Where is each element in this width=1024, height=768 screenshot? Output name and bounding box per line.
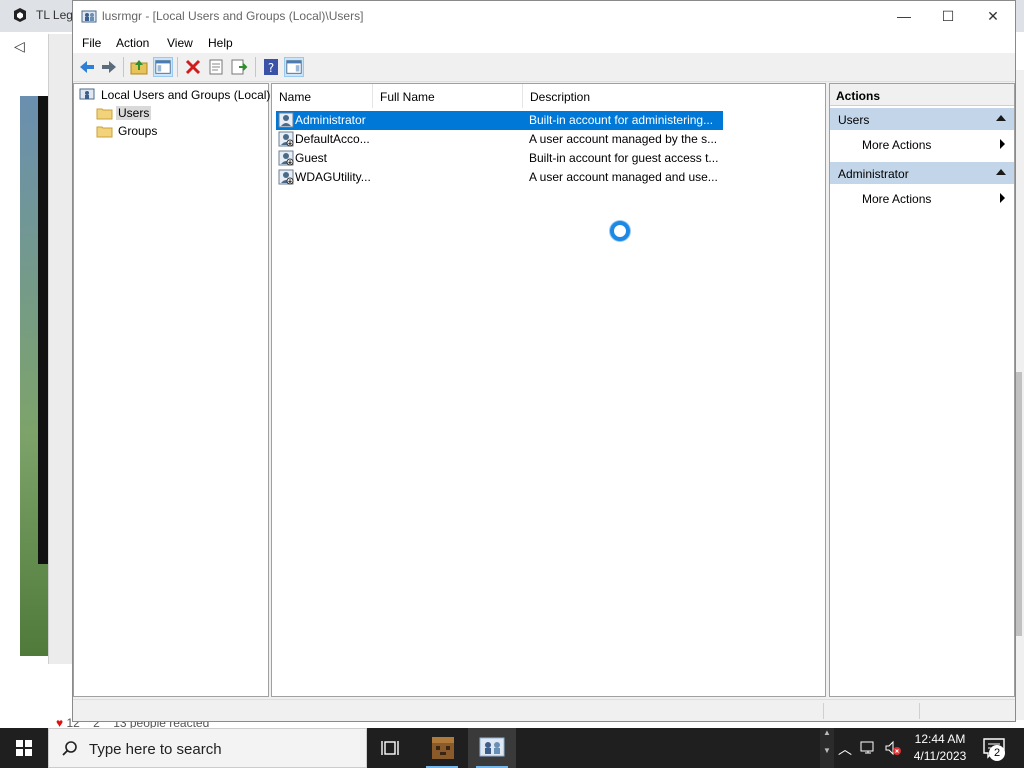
user-icon xyxy=(278,112,294,128)
console-tree[interactable]: Local Users and Groups (Local) Users Gro… xyxy=(73,83,271,697)
table-row[interactable]: DefaultAcco... A user account managed by… xyxy=(276,130,723,149)
menu-bar: File Action View Help xyxy=(73,32,1015,53)
svg-text:?: ? xyxy=(268,61,274,75)
table-row[interactable]: Administrator Built-in account for admin… xyxy=(276,111,723,130)
user-description: A user account managed by the s... xyxy=(529,132,718,146)
toolbar-separator xyxy=(255,57,256,77)
user-description: Built-in account for administering... xyxy=(529,113,714,127)
toolbar-separator xyxy=(123,57,124,77)
action-group-label: Users xyxy=(838,113,870,127)
tree-node-label: Users xyxy=(116,106,152,120)
delete-icon[interactable] xyxy=(183,57,203,77)
search-placeholder: Type here to search xyxy=(89,741,222,758)
show-hide-action-pane-icon[interactable] xyxy=(284,57,304,77)
action-item-label: More Actions xyxy=(862,138,932,152)
task-view-icon[interactable] xyxy=(372,728,412,768)
actions-title: Actions xyxy=(830,84,1014,106)
users-list-view[interactable]: Name Full Name Description Administrator… xyxy=(271,83,826,697)
minecraft-icon xyxy=(432,737,454,759)
toolbar: ? xyxy=(73,53,1015,82)
status-bar xyxy=(73,699,1015,721)
network-icon[interactable] xyxy=(860,739,878,757)
clock-date[interactable]: 4/11/2023 xyxy=(902,749,978,763)
taskbar-search-box[interactable]: Type here to search xyxy=(48,728,367,768)
users-console-icon xyxy=(479,737,505,757)
volume-muted-icon[interactable] xyxy=(884,739,902,757)
menu-action[interactable]: Action xyxy=(116,36,149,50)
close-button[interactable]: ✕ xyxy=(970,1,1016,32)
users-console-icon xyxy=(81,10,97,23)
menu-file[interactable]: File xyxy=(82,36,101,50)
action-item-label: More Actions xyxy=(862,192,932,206)
windows-start-icon[interactable] xyxy=(0,728,48,768)
forward-arrow-icon[interactable] xyxy=(99,57,119,77)
action-group-label: Administrator xyxy=(838,167,909,181)
user-name: Administrator xyxy=(295,113,366,127)
taskbar-app-lusrmgr[interactable] xyxy=(468,728,516,768)
title-bar[interactable]: lusrmgr - [Local Users and Groups (Local… xyxy=(73,1,1015,32)
taskbar-overflow-scroller[interactable]: ▲ ▼ xyxy=(820,728,834,768)
browser-scrollbar-thumb[interactable] xyxy=(1016,372,1022,636)
toolbar-separator xyxy=(177,57,178,77)
collapse-caret-icon[interactable] xyxy=(996,169,1006,175)
minimize-button[interactable]: — xyxy=(881,1,927,32)
table-row[interactable]: Guest Built-in account for guest access … xyxy=(276,149,723,168)
action-group-administrator[interactable]: Administrator xyxy=(830,162,1014,184)
disabled-user-icon xyxy=(278,169,294,185)
list-header: Name Full Name Description xyxy=(272,84,825,108)
status-divider xyxy=(823,703,824,719)
loading-spinner-icon xyxy=(610,221,630,241)
tree-node-label: Groups xyxy=(118,124,158,138)
tree-node-label: Local Users and Groups (Local) xyxy=(101,88,271,102)
user-name: WDAGUtility... xyxy=(295,170,371,184)
disabled-user-icon xyxy=(278,150,294,166)
user-name: DefaultAcco... xyxy=(295,132,370,146)
table-row[interactable]: WDAGUtility... A user account managed an… xyxy=(276,168,723,187)
user-name: Guest xyxy=(295,151,328,165)
menu-view[interactable]: View xyxy=(167,36,193,50)
actions-pane: Actions Users More Actions Administrator… xyxy=(829,83,1015,697)
more-actions-users[interactable]: More Actions xyxy=(830,133,1014,155)
show-hide-tree-icon[interactable] xyxy=(153,57,173,77)
submenu-arrow-icon xyxy=(1000,193,1005,203)
notification-count-badge: 2 xyxy=(989,745,1005,761)
lusrmgr-window: lusrmgr - [Local Users and Groups (Local… xyxy=(72,0,1016,722)
column-header-full-name[interactable]: Full Name xyxy=(373,84,523,108)
column-header-name[interactable]: Name xyxy=(272,84,373,108)
collapse-caret-icon[interactable] xyxy=(996,115,1006,121)
show-hidden-icons-chevron-icon[interactable]: ︿ xyxy=(838,739,852,759)
window-title: lusrmgr - [Local Users and Groups (Local… xyxy=(102,9,364,23)
disabled-user-icon xyxy=(278,131,294,147)
help-icon[interactable]: ? xyxy=(261,57,281,77)
user-description: A user account managed and use... xyxy=(529,170,718,184)
more-actions-administrator[interactable]: More Actions xyxy=(830,187,1014,209)
maximize-button[interactable]: ☐ xyxy=(925,1,971,32)
user-description: Built-in account for guest access t... xyxy=(529,151,719,165)
taskbar: Type here to search ▲ ▼ ︿ 12:44 AM 4/11/2… xyxy=(0,728,1024,768)
browser-back-icon[interactable]: ◁ xyxy=(14,38,25,55)
site-logo-icon xyxy=(14,8,26,22)
back-arrow-icon[interactable] xyxy=(77,57,97,77)
clock-time[interactable]: 12:44 AM xyxy=(902,732,978,746)
folder-icon xyxy=(96,108,113,120)
export-list-icon[interactable] xyxy=(229,57,249,77)
action-group-users[interactable]: Users xyxy=(830,108,1014,130)
computer-users-icon xyxy=(79,88,95,100)
status-divider xyxy=(919,703,920,719)
search-icon xyxy=(62,741,77,756)
menu-help[interactable]: Help xyxy=(208,36,233,50)
browser-tab-title[interactable]: TL Leg xyxy=(36,8,73,22)
folder-icon xyxy=(96,126,113,138)
properties-icon[interactable] xyxy=(206,57,226,77)
up-folder-icon[interactable] xyxy=(129,57,149,77)
submenu-arrow-icon xyxy=(1000,139,1005,149)
taskbar-app-minecraft[interactable] xyxy=(420,728,464,768)
column-header-description[interactable]: Description xyxy=(523,84,723,108)
